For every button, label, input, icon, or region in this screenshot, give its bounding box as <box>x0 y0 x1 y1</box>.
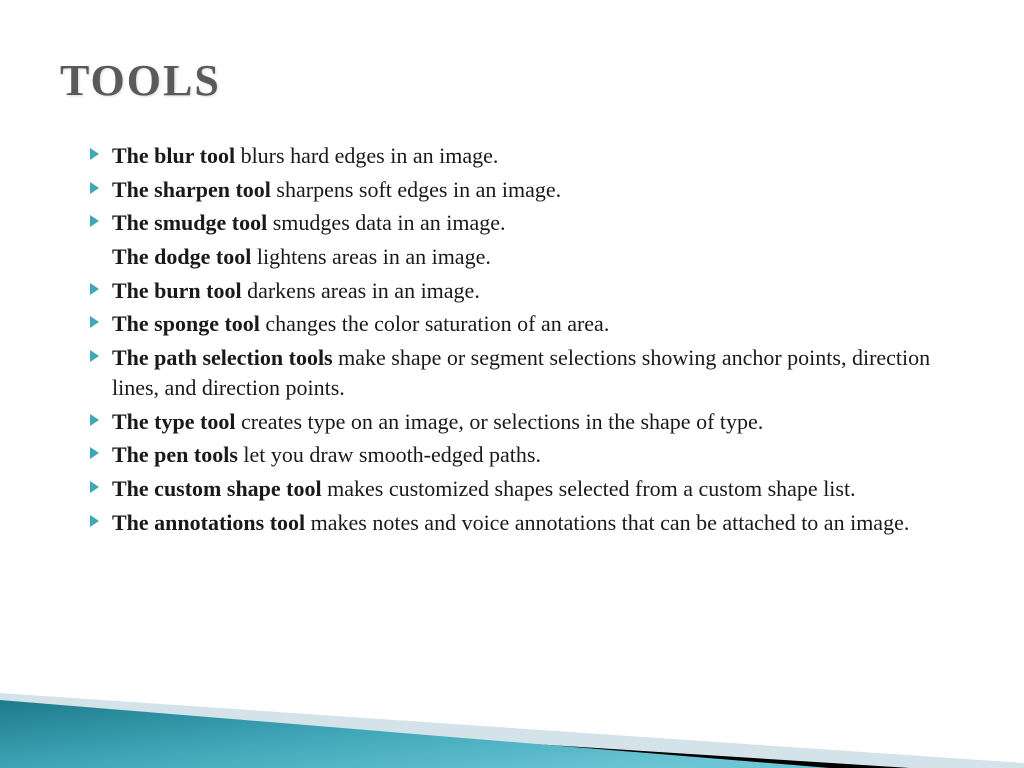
list-item: The annotations tool makes notes and voi… <box>90 508 964 538</box>
list-item: The pen tools let you draw smooth-edged … <box>90 440 964 470</box>
tool-description: makes customized shapes selected from a … <box>322 476 856 501</box>
tool-name: The smudge tool <box>112 210 267 235</box>
slide-decoration <box>0 648 1024 768</box>
list-item-text: The burn tool darkens areas in an image. <box>112 276 964 306</box>
tool-name: The blur tool <box>112 143 235 168</box>
list-item: The sponge tool changes the color satura… <box>90 309 964 339</box>
list-item: The custom shape tool makes customized s… <box>90 474 964 504</box>
tools-list: The blur tool blurs hard edges in an ima… <box>60 141 964 537</box>
tool-name: The annotations tool <box>112 510 305 535</box>
slide: TOOLS The blur tool blurs hard edges in … <box>0 0 1024 768</box>
tool-name: The burn tool <box>112 278 242 303</box>
tool-description: blurs hard edges in an image. <box>235 143 498 168</box>
tool-description: smudges data in an image. <box>267 210 505 235</box>
triangle-bullet-icon <box>90 447 112 459</box>
tool-name: The sharpen tool <box>112 177 271 202</box>
triangle-bullet-icon <box>90 182 112 194</box>
tool-description: creates type on an image, or selections … <box>235 409 763 434</box>
list-item-text: The sponge tool changes the color satura… <box>112 309 964 339</box>
list-item-text: The annotations tool makes notes and voi… <box>112 508 964 538</box>
triangle-bullet-icon <box>90 515 112 527</box>
tool-name: The dodge tool <box>112 244 251 269</box>
list-item-text: The smudge tool smudges data in an image… <box>112 208 964 238</box>
tool-description: sharpens soft edges in an image. <box>271 177 561 202</box>
tool-name: The pen tools <box>112 442 238 467</box>
list-item-text: The path selection tools make shape or s… <box>112 343 964 402</box>
triangle-bullet-icon <box>90 414 112 426</box>
triangle-bullet-icon <box>90 215 112 227</box>
tool-name: The type tool <box>112 409 235 434</box>
triangle-bullet-icon <box>90 316 112 328</box>
list-item-text: The dodge tool lightens areas in an imag… <box>112 242 964 272</box>
list-item-text: The type tool creates type on an image, … <box>112 407 964 437</box>
list-item-text: The custom shape tool makes customized s… <box>112 474 964 504</box>
tool-name: The sponge tool <box>112 311 260 336</box>
tool-description: changes the color saturation of an area. <box>260 311 609 336</box>
triangle-bullet-icon <box>90 350 112 362</box>
list-item: The dodge tool lightens areas in an imag… <box>90 242 964 272</box>
tool-description: let you draw smooth-edged paths. <box>238 442 541 467</box>
list-item: The blur tool blurs hard edges in an ima… <box>90 141 964 171</box>
tool-name: The path selection tools <box>112 345 333 370</box>
tool-description: darkens areas in an image. <box>242 278 480 303</box>
triangle-bullet-icon <box>90 148 112 160</box>
list-item: The burn tool darkens areas in an image. <box>90 276 964 306</box>
list-item: The path selection tools make shape or s… <box>90 343 964 402</box>
list-item-text: The sharpen tool sharpens soft edges in … <box>112 175 964 205</box>
list-item: The type tool creates type on an image, … <box>90 407 964 437</box>
list-item: The sharpen tool sharpens soft edges in … <box>90 175 964 205</box>
tool-description: lightens areas in an image. <box>251 244 490 269</box>
list-item-text: The blur tool blurs hard edges in an ima… <box>112 141 964 171</box>
list-item: The smudge tool smudges data in an image… <box>90 208 964 238</box>
slide-title: TOOLS <box>60 55 964 106</box>
triangle-bullet-icon <box>90 283 112 295</box>
tool-description: makes notes and voice annotations that c… <box>305 510 909 535</box>
tool-name: The custom shape tool <box>112 476 322 501</box>
triangle-bullet-icon <box>90 481 112 493</box>
list-item-text: The pen tools let you draw smooth-edged … <box>112 440 964 470</box>
